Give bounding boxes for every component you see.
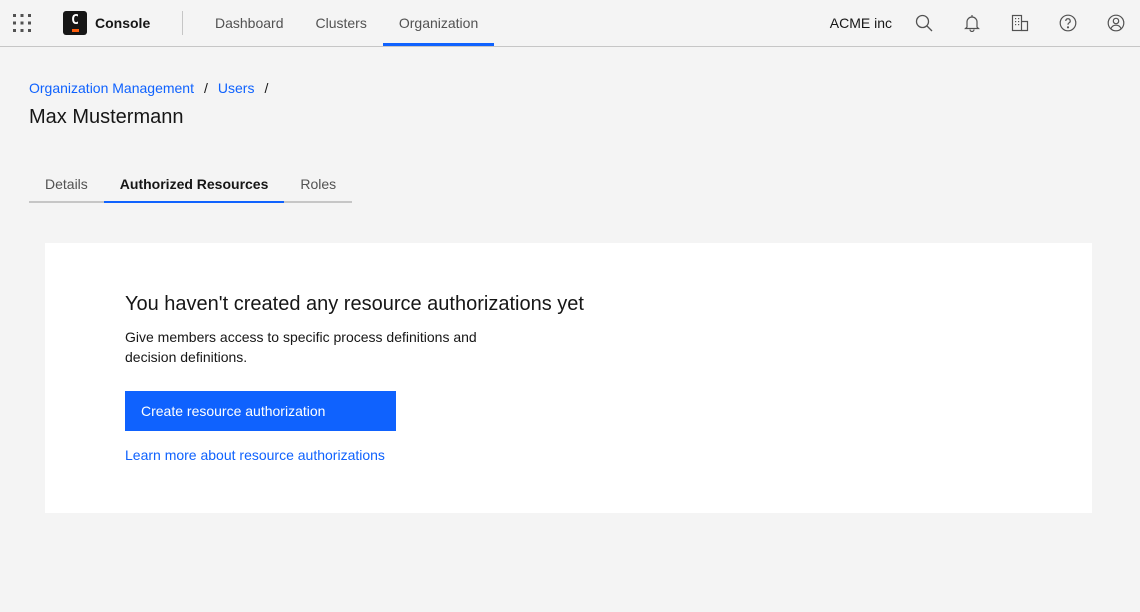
help-button[interactable]	[1044, 0, 1092, 46]
breadcrumb-separator: /	[264, 80, 269, 96]
empty-state-description: Give members access to specific process …	[125, 329, 477, 365]
page-title: Max Mustermann	[29, 106, 184, 128]
header-divider	[182, 11, 183, 35]
search-button[interactable]	[900, 0, 948, 46]
user-avatar-icon	[1107, 14, 1125, 32]
breadcrumb: Organization Management / Users /	[29, 80, 278, 96]
organization-building-icon	[1011, 14, 1029, 32]
brand-name: Console	[95, 15, 151, 31]
breadcrumb-separator: /	[204, 80, 208, 96]
empty-state-card: You haven't created any resource authori…	[45, 243, 1092, 513]
empty-state-title: You haven't created any resource authori…	[125, 293, 584, 315]
header-actions: ACME inc	[830, 0, 1140, 46]
main-nav: Dashboard Clusters Organization	[199, 0, 495, 46]
create-resource-authorization-button[interactable]: Create resource authorization	[125, 391, 396, 431]
notification-bell-icon	[964, 15, 980, 32]
organization-button[interactable]	[996, 0, 1044, 46]
learn-more-link[interactable]: Learn more about resource authorizations	[125, 447, 385, 463]
tab-details[interactable]: Details	[29, 167, 104, 203]
tab-roles[interactable]: Roles	[284, 167, 353, 203]
brand-home-link[interactable]: C Console	[63, 11, 150, 35]
search-icon	[915, 14, 933, 32]
breadcrumb-organization-management[interactable]: Organization Management	[29, 80, 194, 96]
nav-organization[interactable]: Organization	[382, 0, 495, 46]
breadcrumb-users[interactable]: Users	[218, 80, 255, 96]
app-switcher-button[interactable]	[0, 0, 43, 46]
grid-dots-icon	[12, 14, 31, 32]
user-profile-button[interactable]	[1092, 0, 1140, 46]
nav-clusters[interactable]: Clusters	[300, 0, 383, 46]
notifications-button[interactable]	[948, 0, 996, 46]
nav-dashboard[interactable]: Dashboard	[199, 0, 300, 46]
organization-switcher[interactable]: ACME inc	[830, 15, 892, 31]
tab-authorized-resources[interactable]: Authorized Resources	[103, 167, 285, 203]
top-header: C Console Dashboard Clusters Organizatio…	[0, 0, 1140, 47]
brand-logo-icon: C	[63, 11, 87, 35]
user-tabs: Details Authorized Resources Roles	[29, 167, 353, 203]
help-icon	[1059, 14, 1077, 32]
